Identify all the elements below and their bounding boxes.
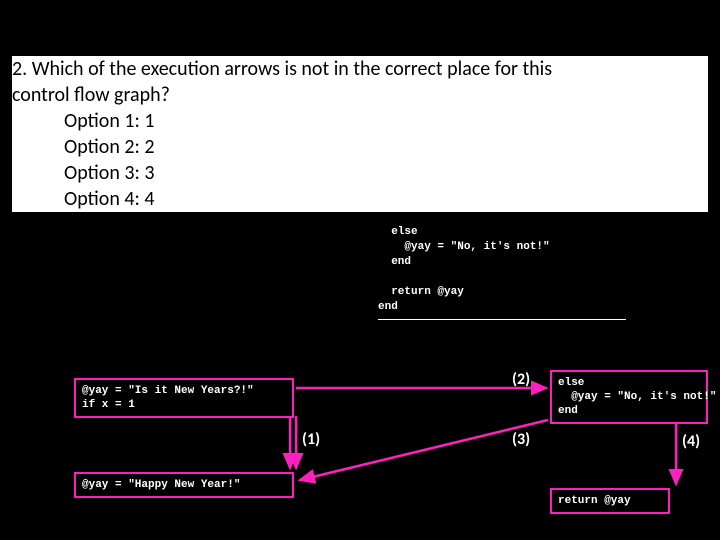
node-return-block: return @yay — [550, 488, 670, 514]
source-code-listing: def january(x) @yay = "Is it New Years?!… — [378, 115, 626, 320]
arrow-1 — [290, 416, 296, 468]
question-line-2: control flow graph? — [12, 82, 708, 108]
arrow-label-1: (1) — [302, 430, 320, 449]
node-if-block: @yay = "Is it New Years?!" if x = 1 — [74, 378, 294, 418]
question-line-1: 2. Which of the execution arrows is not … — [12, 56, 708, 82]
arrow-label-3: (3) — [512, 430, 530, 449]
node-else-block: else @yay = "No, it's not!" end — [550, 370, 708, 424]
arrow-3 — [300, 420, 548, 480]
arrow-label-4: (4) — [682, 432, 700, 451]
arrow-label-2: (2) — [512, 370, 530, 389]
node-then-block: @yay = "Happy New Year!" — [74, 472, 294, 498]
